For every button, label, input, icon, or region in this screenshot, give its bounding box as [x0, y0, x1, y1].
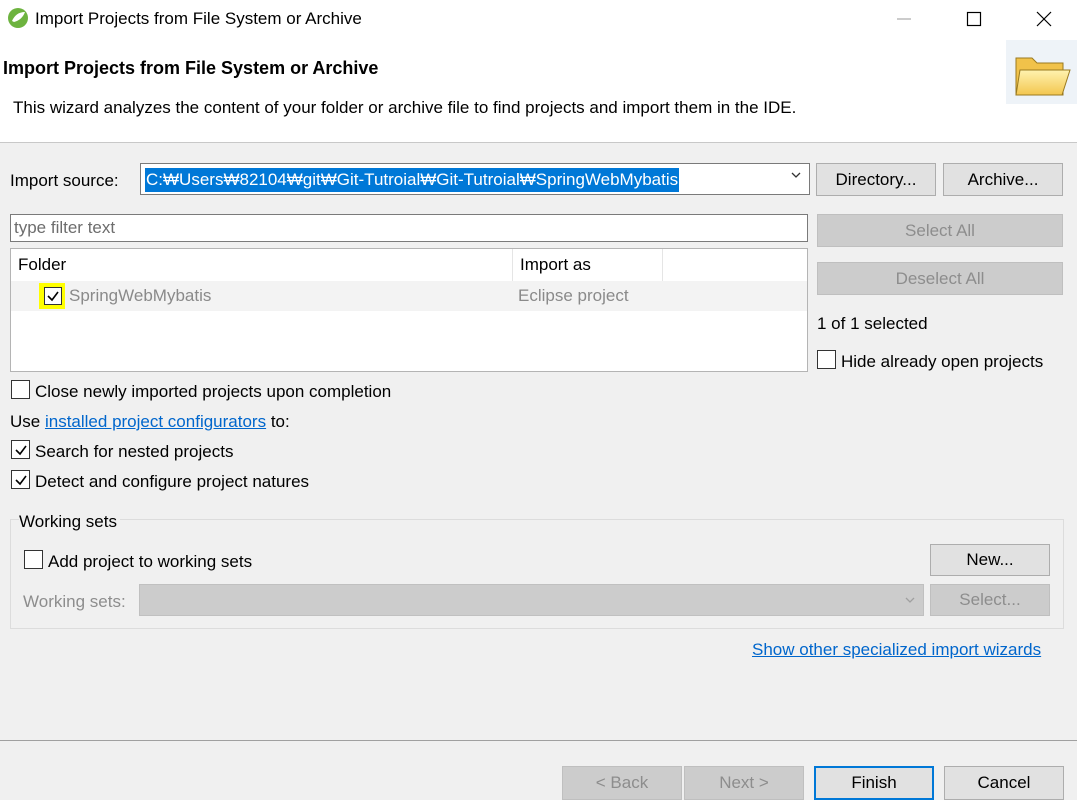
window-title: Import Projects from File System or Arch…: [35, 9, 362, 28]
filter-input[interactable]: type filter text: [10, 214, 808, 242]
add-to-working-sets-checkbox[interactable]: [24, 550, 43, 569]
chevron-down-icon: [905, 597, 915, 603]
finish-button[interactable]: Finish: [814, 766, 934, 800]
import-source-value[interactable]: C:₩Users₩82104₩git₩Git-Tutroial₩Git-Tutr…: [145, 168, 680, 192]
checkmark-icon: [14, 445, 27, 455]
close-newly-label[interactable]: Close newly imported projects upon compl…: [35, 382, 391, 402]
hide-open-label[interactable]: Hide already open projects: [841, 352, 1043, 372]
selected-count: 1 of 1 selected: [817, 314, 928, 333]
use-suffix: to:: [270, 412, 290, 431]
working-sets-label: Working sets:: [23, 592, 126, 611]
project-folder-name: SpringWebMybatis: [69, 286, 212, 305]
directory-button[interactable]: Directory...: [816, 163, 936, 196]
import-source-label: Import source:: [10, 171, 119, 190]
new-working-set-button[interactable]: New...: [930, 544, 1050, 576]
working-sets-combo[interactable]: [139, 584, 924, 616]
minimize-icon: [897, 18, 911, 20]
wizard-header: [0, 38, 1077, 143]
minimize-button[interactable]: [881, 0, 927, 38]
maximize-button[interactable]: [951, 0, 997, 38]
other-wizards-link[interactable]: Show other specialized import wizards: [752, 640, 1041, 660]
use-prefix: Use: [10, 412, 41, 431]
close-newly-checkbox[interactable]: [11, 380, 30, 399]
select-all-button[interactable]: Select All: [817, 214, 1063, 247]
table-row[interactable]: SpringWebMybatis Eclipse project: [11, 281, 807, 311]
archive-button[interactable]: Archive...: [943, 163, 1063, 196]
projects-table[interactable]: Folder Import as SpringWebMybatis Eclips…: [10, 248, 808, 372]
next-button[interactable]: Next >: [684, 766, 804, 800]
column-header-folder[interactable]: Folder: [11, 249, 513, 281]
folder-icon: [1006, 40, 1077, 104]
footer-separator: [0, 740, 1077, 741]
search-nested-label[interactable]: Search for nested projects: [35, 442, 233, 462]
detect-natures-label[interactable]: Detect and configure project natures: [35, 472, 309, 492]
checkmark-icon: [14, 475, 27, 485]
configurators-link[interactable]: installed project configurators: [45, 412, 266, 431]
wizard-title: Import Projects from File System or Arch…: [3, 58, 379, 78]
close-button[interactable]: [1021, 0, 1067, 38]
back-button[interactable]: < Back: [562, 766, 682, 800]
add-to-working-sets-label[interactable]: Add project to working sets: [48, 552, 252, 572]
eclipse-spring-icon: [8, 8, 28, 28]
project-checkbox[interactable]: [44, 287, 62, 305]
configurators-row: Use installed project configurators to:: [10, 412, 290, 432]
column-header-import-as[interactable]: Import as: [513, 249, 663, 281]
deselect-all-button[interactable]: Deselect All: [817, 262, 1063, 295]
select-working-sets-button[interactable]: Select...: [930, 584, 1050, 616]
cancel-button[interactable]: Cancel: [944, 766, 1064, 800]
maximize-icon: [966, 11, 982, 27]
import-source-combo[interactable]: C:₩Users₩82104₩git₩Git-Tutroial₩Git-Tutr…: [140, 163, 810, 195]
working-sets-group-label: Working sets: [19, 512, 120, 532]
detect-natures-checkbox[interactable]: [11, 470, 30, 489]
project-import-as: Eclipse project: [518, 286, 629, 305]
hide-open-checkbox[interactable]: [817, 350, 836, 369]
search-nested-checkbox[interactable]: [11, 440, 30, 459]
close-icon: [1036, 11, 1052, 27]
wizard-description: This wizard analyzes the content of your…: [13, 98, 797, 117]
checkmark-icon: [47, 291, 59, 302]
chevron-down-icon[interactable]: [791, 170, 801, 180]
